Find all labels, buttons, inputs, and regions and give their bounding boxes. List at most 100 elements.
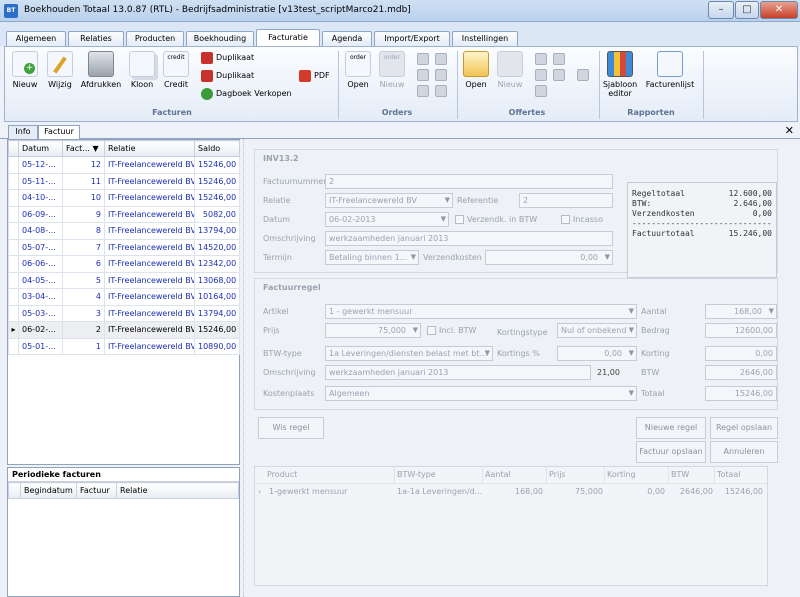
row-indicator[interactable] [8,337,19,355]
duplikaat-button-1[interactable]: Duplikaat [201,51,254,64]
korting-field[interactable]: 0,00 [705,346,777,361]
offer-action-icon[interactable] [535,85,547,97]
cell-datum[interactable]: 05-11-... [18,172,63,190]
tab-info[interactable]: Info [8,125,38,139]
table-row[interactable]: 04-10-... 10 IT-Freelancewereld BV 15246,00 [8,189,240,207]
row-indicator[interactable] [8,222,19,240]
table-row[interactable]: 03-04-... 4 IT-Freelancewereld BV 10164,00 [8,288,240,306]
row-indicator[interactable] [8,255,19,273]
column-totaal[interactable]: Totaal [717,467,767,483]
cell-saldo[interactable]: 15246,00 [194,172,240,190]
offertes-open-button[interactable]: Open [461,51,491,89]
orders-open-button[interactable]: order Open [343,51,373,89]
column-btw[interactable]: BTW [671,467,715,483]
line-prijs-cell[interactable]: 75,000 [549,484,603,499]
cell-factuurnummer[interactable]: 6 [62,255,105,273]
cell-datum[interactable]: 05-03-... [18,304,63,322]
incl-btw-checkbox[interactable] [427,326,436,335]
cell-factuurnummer[interactable]: 11 [62,172,105,190]
wis-regel-button[interactable]: Wis regel [258,417,324,439]
termijn-select[interactable]: Betaling binnen 1... ▼ [325,250,419,265]
cell-relatie[interactable]: IT-Freelancewereld BV [104,205,195,223]
offertes-nieuw-button[interactable]: Nieuw [495,51,525,89]
table-row[interactable]: 05-01-... 1 IT-Freelancewereld BV 10890,00 [8,337,240,355]
omschrijving-field[interactable]: werkzaamheden januari 2013 [325,231,613,246]
tab-facturatie[interactable]: Facturatie [256,29,320,47]
tab-agenda[interactable]: Agenda [322,31,372,47]
table-row[interactable]: 06-09-... 9 IT-Freelancewereld BV 5082,00 [8,205,240,223]
column-korting[interactable]: Korting [607,467,669,483]
cell-datum[interactable]: 06-06-... [18,255,63,273]
maximize-button[interactable]: □ [735,1,759,19]
dagboek-verkopen-button[interactable]: Dagboek Verkopen [201,87,292,100]
credit-button[interactable]: credit Credit [161,51,191,89]
column-relatie[interactable]: Relatie [104,140,195,157]
regel-omschrijving-field[interactable]: werkzaamheden januari 2013 [325,365,591,380]
table-row[interactable]: 06-06-... 6 IT-Freelancewereld BV 12342,00 [8,255,240,273]
tab-relaties[interactable]: Relaties [68,31,124,47]
table-row[interactable]: 04-05-... 5 IT-Freelancewereld BV 13068,00 [8,271,240,289]
kostenplaats-select[interactable]: Algemeen ▼ [325,386,637,401]
table-row[interactable]: 05-12-... 12 IT-Freelancewereld BV 15246,00 [8,156,240,174]
row-indicator[interactable] [8,172,19,190]
order-action-icon[interactable] [435,69,447,81]
cell-datum[interactable]: 05-01-... [18,337,63,355]
table-row[interactable]: 05-03-... 3 IT-Freelancewereld BV 13794,00 [8,304,240,322]
cell-factuurnummer[interactable]: 12 [62,156,105,174]
column-datum[interactable]: Datum [18,140,63,157]
cell-factuurnummer[interactable]: 1 [62,337,105,355]
cell-factuurnummer[interactable]: 4 [62,288,105,306]
table-row[interactable]: 05-11-... 11 IT-Freelancewereld BV 15246,00 [8,172,240,190]
line-btw-cell[interactable]: 2646,00 [671,484,713,499]
cell-relatie[interactable]: IT-Freelancewereld BV [104,288,195,306]
row-indicator[interactable] [8,189,19,207]
cell-datum[interactable]: 06-02-... [18,321,63,339]
close-window-button[interactable]: ✕ [760,1,798,19]
offer-action-icon[interactable] [535,53,547,65]
offer-action-icon[interactable] [553,53,565,65]
cell-factuurnummer[interactable]: 5 [62,271,105,289]
factuurnummer-field[interactable]: 2 [325,174,613,189]
order-action-icon[interactable] [417,85,429,97]
cell-saldo[interactable]: 15246,00 [194,156,240,174]
factuur-opslaan-button[interactable]: Factuur opslaan [636,441,706,463]
order-action-icon[interactable] [435,53,447,65]
column-product[interactable]: Product [267,467,395,483]
row-indicator[interactable] [8,288,19,306]
row-indicator[interactable] [8,238,19,256]
wijzig-factuur-button[interactable]: Wijzig [45,51,75,89]
btw-type-select[interactable]: 1a Leveringen/diensten belast met bt... ▼ [325,346,493,361]
regel-opslaan-button[interactable]: Regel opslaan [710,417,778,439]
column-factuurnummer[interactable]: Fact... ▼ [62,140,105,157]
bedrag-field[interactable]: 12600,00 [705,323,777,338]
column-factuur[interactable]: Factuur [76,482,117,499]
column-begindatum[interactable]: Begindatum [20,482,77,499]
cell-factuurnummer[interactable]: 8 [62,222,105,240]
column-aantal[interactable]: Aantal [485,467,547,483]
nieuwe-regel-button[interactable]: Nieuwe regel [636,417,706,439]
offer-action-icon[interactable] [553,69,565,81]
table-row[interactable]: ▸ 06-02-... 2 IT-Freelancewereld BV 15246,00 [8,321,240,339]
cell-factuurnummer[interactable]: 7 [62,238,105,256]
tab-instellingen[interactable]: Instellingen [452,31,518,47]
cell-saldo[interactable]: 14520,00 [194,238,240,256]
tab-factuur[interactable]: Factuur [38,125,80,140]
cell-factuurnummer[interactable]: 3 [62,304,105,322]
row-indicator[interactable] [8,156,19,174]
row-indicator[interactable] [8,271,19,289]
aantal-field[interactable]: 168,00 ▼ [705,304,777,319]
cell-datum[interactable]: 04-08-... [18,222,63,240]
tab-boekhouding[interactable]: Boekhouding [186,31,254,47]
cell-relatie[interactable]: IT-Freelancewereld BV [104,304,195,322]
kloon-button[interactable]: Kloon [127,51,157,89]
table-row[interactable]: 04-08-... 8 IT-Freelancewereld BV 13794,00 [8,222,240,240]
regel-btw-field[interactable]: 2646,00 [705,365,777,380]
row-indicator[interactable] [8,304,19,322]
annuleren-button[interactable]: Annuleren [710,441,778,463]
cell-saldo[interactable]: 13068,00 [194,271,240,289]
order-action-icon[interactable] [417,69,429,81]
order-action-icon[interactable] [417,53,429,65]
column-saldo[interactable]: Saldo [194,140,240,157]
row-indicator[interactable]: ▸ [8,321,19,339]
tab-algemeen[interactable]: Algemeen [6,31,66,47]
